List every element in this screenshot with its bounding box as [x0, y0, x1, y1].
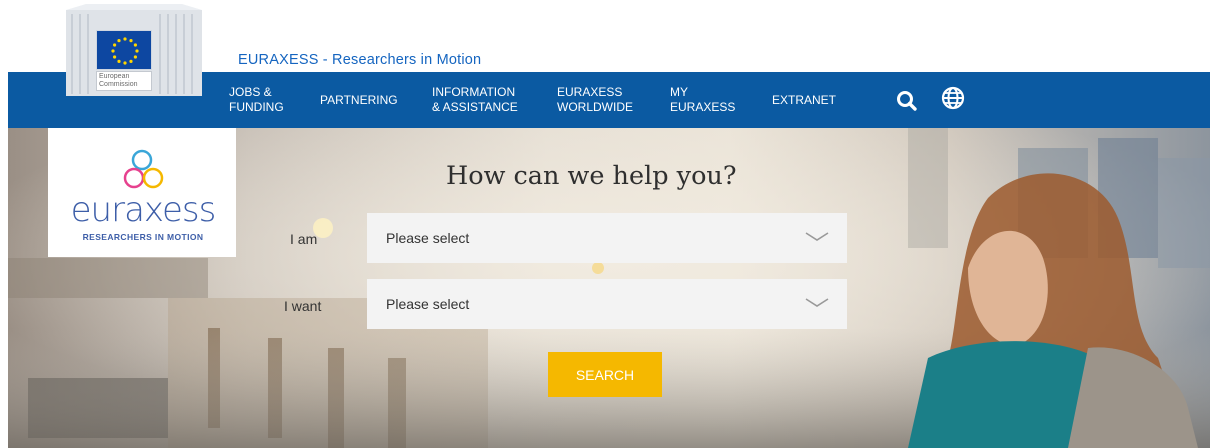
nav-item-label: EURAXESS WORLDWIDE — [557, 85, 633, 114]
european-commission-logo[interactable]: European Commission — [66, 4, 202, 96]
iwant-label: I want — [284, 298, 322, 314]
euraxess-tagline: RESEARCHERS IN MOTION — [82, 232, 204, 242]
top-band: European Commission EURAXESS - Researche… — [0, 0, 1210, 96]
euraxess-wordmark: euraxess — [70, 190, 217, 230]
search-button[interactable]: SEARCH — [548, 352, 662, 397]
ec-caption: European Commission — [96, 71, 152, 91]
iam-label: I am — [290, 231, 318, 247]
hero-title: How can we help you? — [446, 161, 737, 191]
chevron-down-icon — [805, 298, 829, 307]
eu-flag-icon — [96, 30, 152, 70]
iam-select-value: Please select — [386, 230, 470, 246]
globe-icon[interactable] — [940, 85, 966, 111]
nav-item-extranet[interactable]: EXTRANET — [772, 72, 836, 128]
nav-item-euraxess-worldwide[interactable]: EURAXESS WORLDWIDE — [557, 72, 633, 128]
euraxess-logo[interactable]: euraxess RESEARCHERS IN MOTION — [48, 128, 236, 257]
iwant-select-value: Please select — [386, 296, 470, 312]
ec-caption-line1: European — [99, 73, 130, 80]
nav-item-partnering[interactable]: PARTNERING — [320, 72, 398, 128]
chevron-down-icon — [805, 232, 829, 241]
iam-select[interactable]: Please select — [367, 213, 847, 263]
iwant-select[interactable]: Please select — [367, 279, 847, 329]
search-icon[interactable] — [894, 88, 920, 114]
nav-item-information-assistance[interactable]: INFORMATION & ASSISTANCE — [432, 72, 518, 128]
nav-item-label: MY EURAXESS — [670, 85, 736, 114]
nav-item-label: PARTNERING — [320, 92, 398, 107]
nav-item-jobs-funding[interactable]: JOBS & FUNDING — [229, 72, 284, 128]
nav-item-label: EXTRANET — [772, 92, 837, 107]
nav-item-my-euraxess[interactable]: MY EURAXESS — [670, 72, 735, 128]
site-title-link[interactable]: EURAXESS - Researchers in Motion — [238, 52, 481, 68]
euraxess-circles-icon — [123, 149, 164, 189]
nav-item-label: JOBS & FUNDING — [229, 85, 284, 114]
hero-banner: euraxess RESEARCHERS IN MOTION How can w… — [8, 128, 1210, 448]
ec-caption-line2: Commission — [99, 81, 138, 88]
nav-item-label: INFORMATION & ASSISTANCE — [432, 85, 518, 114]
